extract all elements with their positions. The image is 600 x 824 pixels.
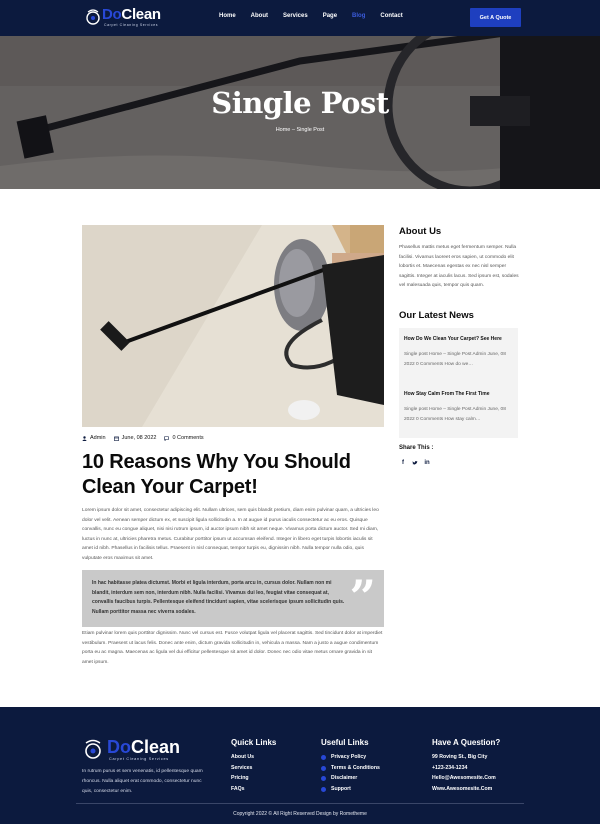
nav-about[interactable]: About bbox=[251, 13, 268, 19]
post-date-label: June, 08 2022 bbox=[121, 435, 157, 441]
comment-icon bbox=[164, 435, 170, 441]
vacuum-logo-icon bbox=[86, 9, 100, 25]
logo-wordmark: DoClean bbox=[102, 6, 161, 23]
news-item[interactable]: How Do We Clean Your Carpet? See Here Si… bbox=[404, 335, 516, 369]
post-title: 10 Reasons Why You Should Clean Your Car… bbox=[82, 451, 351, 498]
calendar-icon bbox=[113, 436, 119, 441]
nav-blog[interactable]: Blog bbox=[352, 13, 365, 19]
news-item-title[interactable]: How Do We Clean Your Carpet? See Here bbox=[404, 335, 516, 343]
useful-links-heading: Useful Links bbox=[321, 738, 369, 747]
post-paragraph-1: Lorem ipsum dolor sit amet, consectetur … bbox=[82, 508, 379, 561]
bullet-icon bbox=[321, 776, 326, 782]
post-comments-label: 0 Comments bbox=[172, 435, 204, 441]
bullet-icon bbox=[321, 786, 326, 792]
twitter-icon[interactable] bbox=[412, 460, 418, 468]
post-date: June, 08 2022 bbox=[113, 435, 157, 441]
nav-page[interactable]: Page bbox=[323, 13, 337, 19]
news-item-title[interactable]: How Stay Calm From The First Time bbox=[404, 390, 516, 398]
footer-link-about-us[interactable]: About Us bbox=[231, 752, 254, 763]
contact-phone[interactable]: +123-234-1234 bbox=[432, 763, 496, 774]
post-author-label: Admin bbox=[90, 435, 106, 441]
bullet-icon bbox=[321, 765, 326, 771]
footer-link-services[interactable]: Services bbox=[231, 763, 254, 774]
contact-website[interactable]: Www.Awesomesite.Com bbox=[432, 784, 496, 795]
nav-home[interactable]: Home bbox=[219, 13, 236, 19]
main-nav: Home About Services Page Blog Contact bbox=[219, 13, 418, 19]
copyright-text: Copyright 2022 © All Right Reserved Desi… bbox=[233, 811, 367, 817]
footer-logo-tagline: Carpet Cleaning Services bbox=[109, 757, 169, 761]
footer-link-support[interactable]: Support bbox=[321, 784, 380, 795]
bullet-icon bbox=[321, 754, 326, 760]
site-footer: DoClean Carpet Cleaning Services In rutr… bbox=[0, 707, 600, 824]
contact-list: 99 Roving St., Big City +123-234-1234 He… bbox=[432, 752, 496, 795]
contact-email[interactable]: Hello@Awesomesite.Com bbox=[432, 773, 496, 784]
sidebar-about-heading: About Us bbox=[399, 226, 442, 237]
nav-contact[interactable]: Contact bbox=[380, 13, 402, 19]
share-icons: f in bbox=[400, 460, 430, 468]
top-navbar: DoClean Carpet Cleaning Services Home Ab… bbox=[0, 0, 600, 36]
news-item[interactable]: How Stay Calm From The First Time Single… bbox=[404, 390, 516, 424]
user-icon bbox=[82, 435, 87, 441]
news-item-excerpt: Single post Home – Single Post Admin Jun… bbox=[404, 407, 506, 422]
post-comments[interactable]: 0 Comments bbox=[164, 435, 204, 441]
post-featured-image bbox=[82, 225, 384, 427]
footer-link-faqs[interactable]: FAQs bbox=[231, 784, 254, 795]
get-a-quote-button[interactable]: Get A Quote bbox=[470, 8, 521, 27]
logo-tagline: Carpet Cleaning Services bbox=[104, 23, 159, 27]
footer-logo[interactable]: DoClean Carpet Cleaning Services bbox=[82, 738, 192, 764]
footer-logo-wordmark: DoClean bbox=[107, 737, 181, 757]
facebook-icon[interactable]: f bbox=[400, 460, 406, 468]
sidebar-news-heading: Our Latest News bbox=[399, 310, 474, 321]
footer-link-disclaimer[interactable]: Disclaimer bbox=[321, 773, 380, 784]
breadcrumb: Home – Single Post bbox=[275, 127, 325, 133]
site-logo[interactable]: DoClean Carpet Cleaning Services bbox=[84, 7, 164, 29]
blockquote: In hac habitasse platea dictumst. Morbi … bbox=[82, 570, 384, 627]
footer-divider bbox=[76, 803, 524, 804]
footer-about-text: In rutrum purus et sem venenatis, id pel… bbox=[82, 769, 203, 794]
footer-link-pricing[interactable]: Pricing bbox=[231, 773, 254, 784]
footer-link-terms[interactable]: Terms & Conditions bbox=[321, 763, 380, 774]
latest-news-list: How Do We Clean Your Carpet? See Here Si… bbox=[399, 328, 518, 438]
page-title: Single Post bbox=[211, 86, 389, 120]
question-heading: Have A Question? bbox=[432, 738, 501, 747]
nav-services[interactable]: Services bbox=[283, 13, 308, 19]
page-hero-banner: Single Post Home – Single Post bbox=[0, 36, 600, 189]
blockquote-text: In hac habitasse platea dictumst. Morbi … bbox=[92, 580, 345, 615]
useful-links-list: Privacy Policy Terms & Conditions Discla… bbox=[321, 752, 380, 795]
linkedin-icon[interactable]: in bbox=[424, 460, 430, 468]
post-author[interactable]: Admin bbox=[82, 435, 106, 441]
quote-mark-icon: ” bbox=[349, 570, 376, 624]
quick-links-heading: Quick Links bbox=[231, 738, 277, 747]
news-item-excerpt: Single post Home – Single Post Admin Jun… bbox=[404, 352, 506, 367]
contact-address: 99 Roving St., Big City bbox=[432, 754, 488, 760]
post-paragraph-2: Etiam pulvinar lorem quis porttitor dign… bbox=[82, 631, 383, 665]
footer-link-privacy[interactable]: Privacy Policy bbox=[321, 752, 380, 763]
post-meta: Admin June, 08 2022 0 Comments bbox=[82, 435, 212, 441]
share-heading: Share This : bbox=[399, 445, 434, 451]
vacuum-logo-icon bbox=[85, 739, 101, 759]
quick-links-list: About Us Services Pricing FAQs bbox=[231, 752, 254, 795]
sidebar-about-text: Phasellus mattis metus eget fermentum se… bbox=[399, 245, 519, 289]
